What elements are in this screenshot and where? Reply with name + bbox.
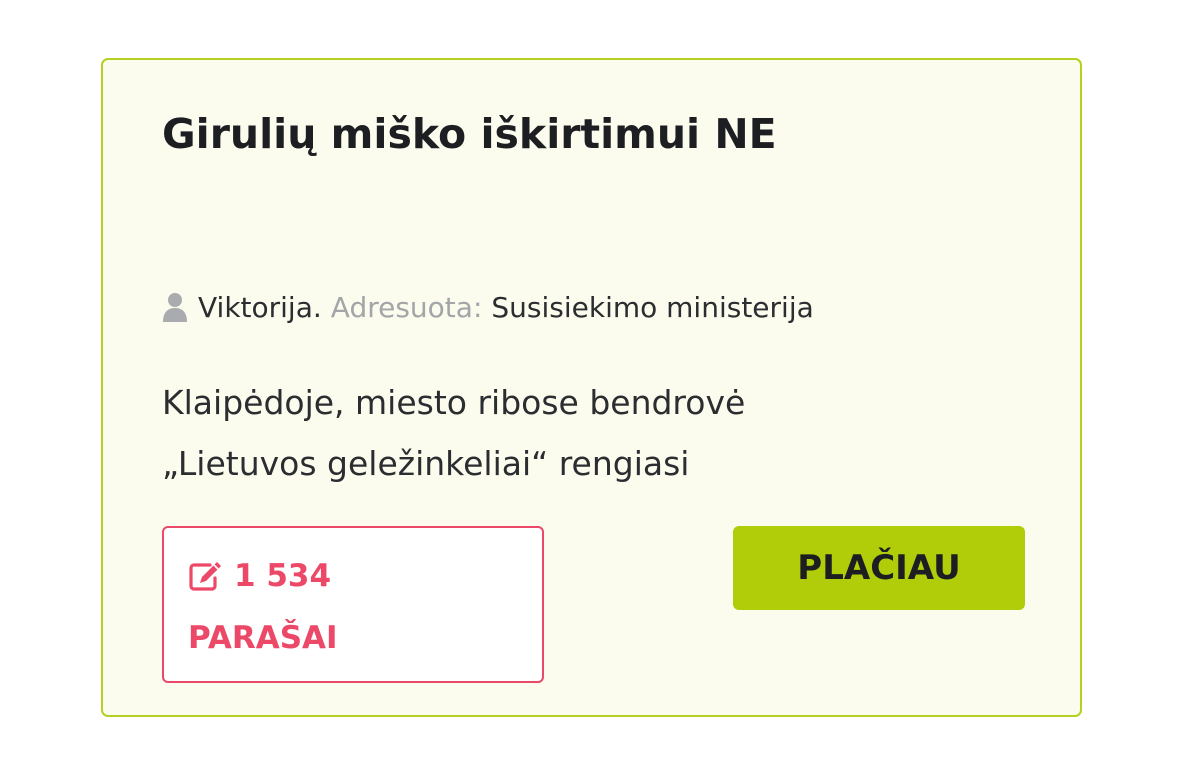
petition-excerpt: Klaipėdoje, miesto ribose bendrovė „Liet… bbox=[162, 372, 1022, 494]
petition-meta: Viktorija. Adresuota: Susisiekimo minist… bbox=[162, 284, 814, 330]
addressee: Susisiekimo ministerija bbox=[491, 290, 814, 324]
signature-label: PARAŠAI bbox=[188, 620, 338, 656]
read-more-button[interactable]: PLAČIAU bbox=[733, 526, 1025, 610]
author-name: Viktorija. bbox=[198, 290, 322, 324]
signature-count: 1 534 bbox=[234, 558, 332, 594]
signature-count-row: 1 534 bbox=[188, 554, 331, 598]
user-icon bbox=[162, 292, 188, 322]
petition-card: Girulių miško iškirtimui NE Viktorija. A… bbox=[101, 58, 1082, 717]
excerpt-line: „Lietuvos geležinkeliai“ rengiasi bbox=[162, 444, 690, 483]
addressed-label: Adresuota: bbox=[330, 290, 483, 324]
excerpt-line: Klaipėdoje, miesto ribose bendrovė bbox=[162, 383, 746, 422]
signature-count-badge: 1 534 PARAŠAI bbox=[162, 526, 544, 683]
petition-title[interactable]: Girulių miško iškirtimui NE bbox=[162, 108, 777, 160]
edit-icon bbox=[188, 560, 224, 592]
